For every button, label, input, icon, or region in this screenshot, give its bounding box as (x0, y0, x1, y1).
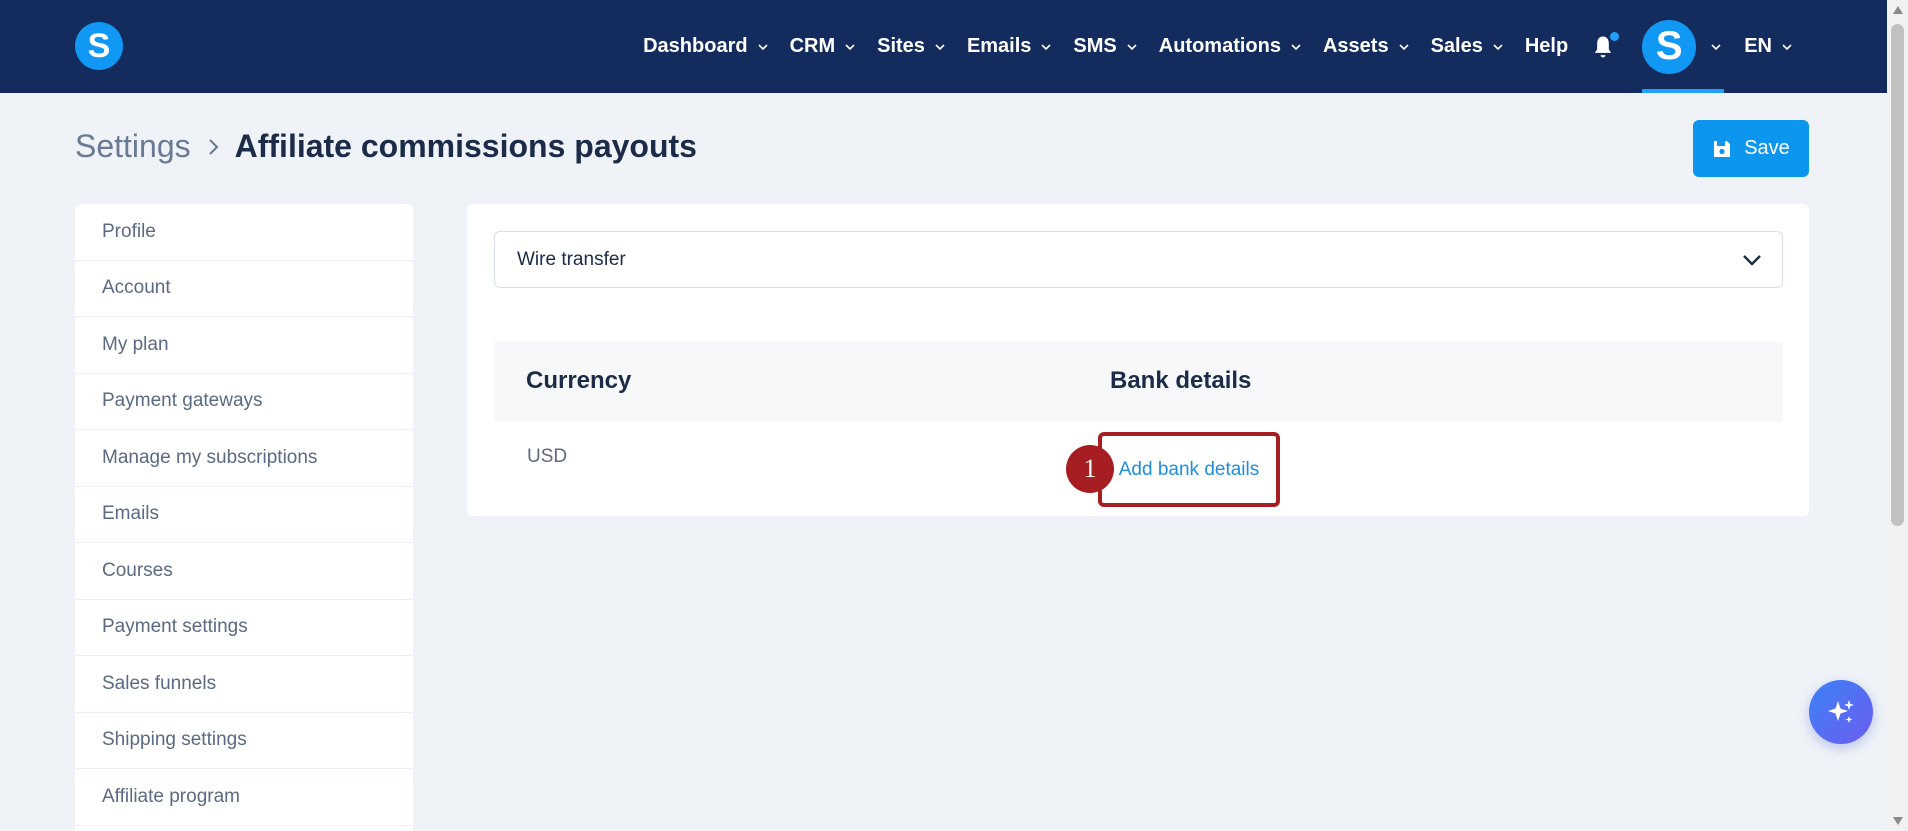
nav-item-help[interactable]: Help (1525, 35, 1568, 58)
nav-item-automations[interactable]: Automations (1159, 35, 1302, 58)
chevron-right-icon (208, 138, 219, 155)
chevron-down-icon (1782, 43, 1792, 50)
avatar: S (1642, 19, 1697, 74)
sidebar-item-label: Sales funnels (102, 672, 217, 694)
sidebar-item-affiliate-program[interactable]: Affiliate program (75, 769, 413, 826)
sidebar-item-payment-settings[interactable]: Payment settings (75, 600, 413, 656)
save-button-label: Save (1744, 137, 1790, 159)
top-navigation-bar: S Dashboard CRM Sites Emails SMS Automat… (0, 0, 1887, 93)
active-indicator (1642, 89, 1725, 93)
language-selector[interactable]: EN (1744, 35, 1793, 58)
chevron-down-icon (1127, 43, 1137, 50)
chevron-down-icon (1493, 43, 1503, 50)
step-badge: 1 (1066, 445, 1114, 493)
nav-item-label: SMS (1073, 35, 1117, 57)
nav-item-label: Dashboard (643, 35, 748, 57)
sidebar-item-my-plan[interactable]: My plan (75, 317, 413, 374)
breadcrumb-settings-link[interactable]: Settings (75, 128, 191, 165)
scroll-down-arrow[interactable] (1893, 817, 1903, 825)
sidebar-item-label: Manage my subscriptions (102, 446, 318, 468)
main-nav: Dashboard CRM Sites Emails SMS Automatio… (622, 0, 1793, 93)
add-bank-details-link[interactable]: Add bank details (1119, 459, 1260, 481)
nav-item-label: Assets (1322, 35, 1389, 57)
sidebar-item-label: Payment gateways (102, 390, 263, 412)
nav-item-label: Help (1524, 35, 1569, 57)
currency-cell: USD (527, 446, 568, 467)
sidebar-item-profile[interactable]: Profile (75, 204, 413, 261)
column-header-bank-details: Bank details (1110, 367, 1252, 394)
chevron-down-icon (1711, 43, 1721, 50)
chevron-down-icon (1291, 43, 1301, 50)
sidebar-item-emails[interactable]: Emails (75, 487, 413, 543)
nav-item-sites[interactable]: Sites (877, 35, 946, 58)
nav-item-assets[interactable]: Assets (1323, 35, 1410, 58)
nav-item-label: Sites (877, 35, 925, 57)
language-label: EN (1744, 35, 1772, 57)
nav-item-emails[interactable]: Emails (967, 35, 1052, 58)
page-title: Affiliate commissions payouts (234, 128, 697, 164)
currency-table: Currency Bank details USD Add bank detai… (494, 342, 1783, 507)
sidebar-item-courses[interactable]: Courses (75, 543, 413, 600)
payout-settings-card: Wire transfer Currency Bank details USD … (467, 204, 1809, 516)
sidebar-item-label: Profile (102, 220, 156, 242)
nav-item-label: Sales (1430, 35, 1483, 57)
page-scrollbar[interactable] (1887, 0, 1908, 831)
payout-method-value: Wire transfer (517, 248, 626, 270)
sidebar-item-label: My plan (102, 333, 169, 355)
nav-item-label: Emails (966, 35, 1032, 57)
sidebar-item-label: Courses (102, 559, 173, 581)
nav-item-label: Automations (1158, 35, 1281, 57)
sidebar-item-payment-gateways[interactable]: Payment gateways (75, 374, 413, 430)
app-logo[interactable]: S (75, 22, 123, 70)
settings-sidebar: Profile Account My plan Payment gateways… (75, 204, 413, 831)
chevron-down-icon (758, 43, 768, 50)
sidebar-item-label: Payment settings (102, 616, 248, 638)
chevron-down-icon (1041, 43, 1051, 50)
nav-item-dashboard[interactable]: Dashboard (643, 35, 768, 58)
scroll-up-arrow[interactable] (1893, 6, 1903, 14)
ai-assistant-button[interactable] (1809, 680, 1873, 744)
sidebar-item-label: Emails (102, 503, 160, 525)
highlight-box: Add bank details (1098, 432, 1280, 507)
column-header-currency: Currency (526, 367, 632, 394)
sidebar-item-manage-subscriptions[interactable]: Manage my subscriptions (75, 430, 413, 487)
nav-item-crm[interactable]: CRM (790, 35, 857, 58)
save-icon (1714, 140, 1731, 157)
nav-item-sms[interactable]: SMS (1073, 35, 1137, 58)
user-menu[interactable]: S (1642, 0, 1725, 93)
nav-item-label: CRM (789, 35, 836, 57)
notifications-button[interactable] (1589, 31, 1620, 61)
breadcrumb: Settings Affiliate commissions payouts (75, 128, 697, 165)
sidebar-item-account[interactable]: Account (75, 261, 413, 317)
scroll-thumb[interactable] (1891, 24, 1904, 526)
chevron-down-icon (1399, 43, 1409, 50)
sidebar-item-label: Affiliate program (102, 785, 240, 807)
chevron-down-icon (845, 43, 855, 50)
nav-item-sales[interactable]: Sales (1431, 35, 1504, 58)
chevron-down-icon (935, 43, 945, 50)
payout-method-select[interactable]: Wire transfer (494, 231, 1783, 288)
table-header: Currency Bank details (494, 342, 1783, 421)
sparkle-icon (1828, 700, 1854, 723)
sidebar-item-shipping-settings[interactable]: Shipping settings (75, 713, 413, 769)
table-row: USD Add bank details 1 (494, 421, 1783, 507)
sidebar-item-sales-funnels[interactable]: Sales funnels (75, 656, 413, 713)
notification-dot (1610, 31, 1620, 41)
sidebar-item-label: Account (102, 277, 171, 299)
chevron-down-icon (1743, 255, 1761, 266)
sidebar-item-label: Shipping settings (102, 729, 247, 751)
save-button[interactable]: Save (1693, 120, 1809, 177)
